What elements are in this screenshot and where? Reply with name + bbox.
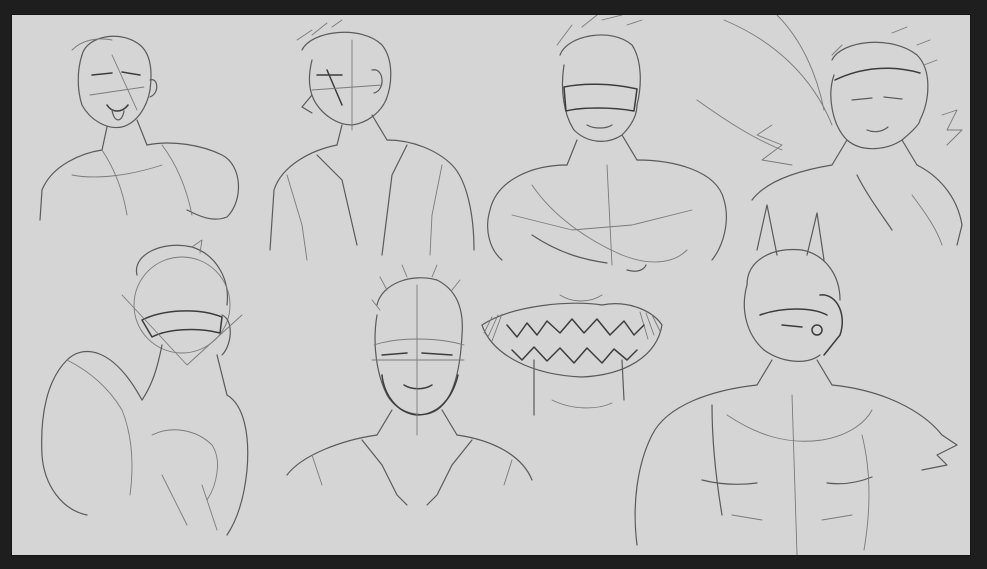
sketch-head-headband-cape (696, 15, 963, 246)
sketch-artwork (39, 15, 963, 555)
sketch-mouth-teeth-study (481, 294, 663, 416)
sketch-dog-mask-torso (634, 204, 958, 555)
app-frame (0, 0, 987, 569)
sketch-head-profile-jacket (269, 19, 475, 261)
sketch-masked-back-view (41, 239, 249, 536)
sketch-head-tongue-out (39, 35, 239, 221)
sketch-bearded-man-jacket (286, 264, 533, 506)
sketch-head-masked-torso (487, 15, 727, 272)
drawing-canvas[interactable] (12, 15, 970, 555)
